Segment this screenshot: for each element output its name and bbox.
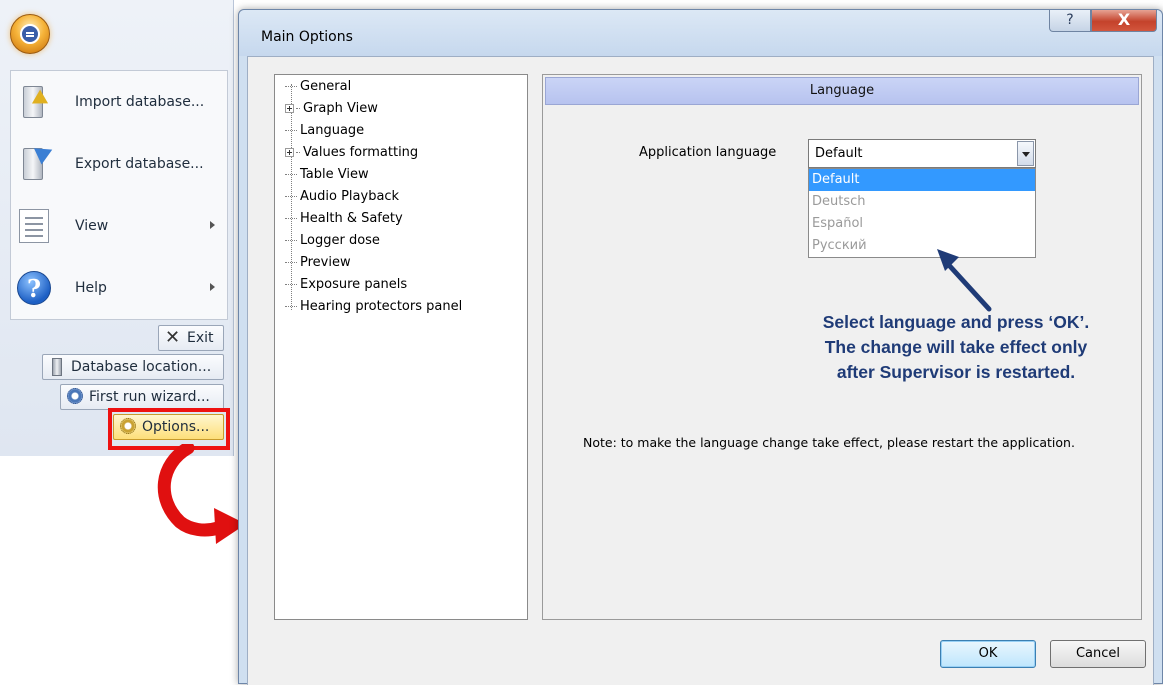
main-options-dialog: Main Options ? X General Graph View Lang… bbox=[238, 9, 1163, 685]
instruction-line: Select language and press ‘OK’. bbox=[822, 312, 1090, 332]
help-label: Help bbox=[75, 280, 107, 296]
database-location-button[interactable]: Database location... bbox=[42, 354, 224, 380]
import-database-label: Import database... bbox=[75, 94, 205, 110]
tree-item-audio-playback[interactable]: Audio Playback bbox=[285, 189, 399, 211]
language-option-deutsch[interactable]: Deutsch bbox=[809, 191, 1035, 213]
server-icon bbox=[49, 358, 65, 376]
exit-button[interactable]: ✕ Exit bbox=[158, 325, 224, 351]
gear-icon bbox=[67, 388, 83, 406]
submenu-arrow-icon bbox=[210, 283, 215, 291]
expand-plus-icon[interactable] bbox=[285, 148, 294, 157]
import-database-icon bbox=[15, 82, 61, 122]
export-database-label: Export database... bbox=[75, 156, 204, 172]
application-language-label: Application language bbox=[639, 145, 777, 160]
selected-language-value: Default bbox=[815, 146, 863, 161]
export-database-icon bbox=[15, 141, 61, 184]
database-location-label: Database location... bbox=[71, 359, 212, 375]
close-button[interactable]: X bbox=[1091, 10, 1157, 32]
import-database-menu-item[interactable]: Import database... bbox=[11, 77, 227, 127]
tree-item-logger-dose[interactable]: Logger dose bbox=[285, 233, 380, 255]
question-mark-icon: ? bbox=[1066, 12, 1074, 28]
ok-button[interactable]: OK bbox=[940, 640, 1036, 668]
help-menu-item[interactable]: ? Help bbox=[11, 263, 227, 313]
expand-plus-icon[interactable] bbox=[285, 104, 294, 113]
language-option-espanol[interactable]: Español bbox=[809, 213, 1035, 235]
application-orb-button[interactable] bbox=[10, 14, 50, 54]
instruction-line: The change will take effect only bbox=[824, 337, 1088, 357]
options-tree: General Graph View Language Values forma… bbox=[274, 74, 528, 620]
dialog-title: Main Options bbox=[261, 29, 353, 45]
application-language-select[interactable]: Default bbox=[808, 139, 1036, 168]
tree-item-graph-view[interactable]: Graph View bbox=[285, 101, 378, 123]
help-icon: ? bbox=[15, 268, 61, 308]
view-label: View bbox=[75, 218, 109, 234]
close-x-icon: ✕ bbox=[165, 327, 181, 348]
tree-item-table-view[interactable]: Table View bbox=[285, 167, 369, 189]
view-menu-item[interactable]: View bbox=[11, 201, 227, 251]
curved-arrow-annotation bbox=[157, 444, 246, 544]
first-run-wizard-button[interactable]: First run wizard... bbox=[60, 384, 224, 410]
view-icon bbox=[15, 206, 61, 246]
tree-item-exposure-panels[interactable]: Exposure panels bbox=[285, 277, 407, 299]
language-option-default[interactable]: Default bbox=[809, 169, 1035, 191]
restart-note: Note: to make the language change take e… bbox=[583, 435, 1075, 450]
tree-item-language[interactable]: Language bbox=[285, 123, 364, 145]
tree-item-preview[interactable]: Preview bbox=[285, 255, 351, 277]
tree-item-health-safety[interactable]: Health & Safety bbox=[285, 211, 403, 233]
tree-item-values-formatting[interactable]: Values formatting bbox=[285, 145, 418, 167]
language-settings-panel: Language Application language Default De… bbox=[542, 74, 1142, 620]
exit-label: Exit bbox=[187, 330, 214, 346]
instruction-line: after Supervisor is restarted. bbox=[836, 362, 1076, 382]
app-logo-icon bbox=[20, 24, 40, 44]
tree-item-hearing-protectors-panel[interactable]: Hearing protectors panel bbox=[285, 299, 462, 321]
chevron-down-icon[interactable] bbox=[1017, 141, 1034, 166]
export-database-menu-item[interactable]: Export database... bbox=[11, 139, 227, 189]
first-run-wizard-label: First run wizard... bbox=[89, 389, 210, 405]
dialog-client-area: General Graph View Language Values forma… bbox=[247, 56, 1154, 685]
tree-item-general[interactable]: General bbox=[285, 79, 351, 101]
submenu-arrow-icon bbox=[210, 221, 215, 229]
pointer-arrow-annotation bbox=[937, 249, 992, 312]
instruction-annotation: Select language and press ‘OK’. The chan… bbox=[791, 310, 1121, 385]
close-icon: X bbox=[1117, 10, 1131, 29]
application-menu: Import database... Export database... Vi… bbox=[0, 0, 234, 456]
panel-header: Language bbox=[545, 77, 1139, 105]
cancel-button[interactable]: Cancel bbox=[1050, 640, 1146, 668]
help-button[interactable]: ? bbox=[1049, 10, 1091, 32]
application-menu-panel: Import database... Export database... Vi… bbox=[10, 70, 228, 320]
dialog-titlebar[interactable]: Main Options ? X bbox=[239, 10, 1162, 56]
